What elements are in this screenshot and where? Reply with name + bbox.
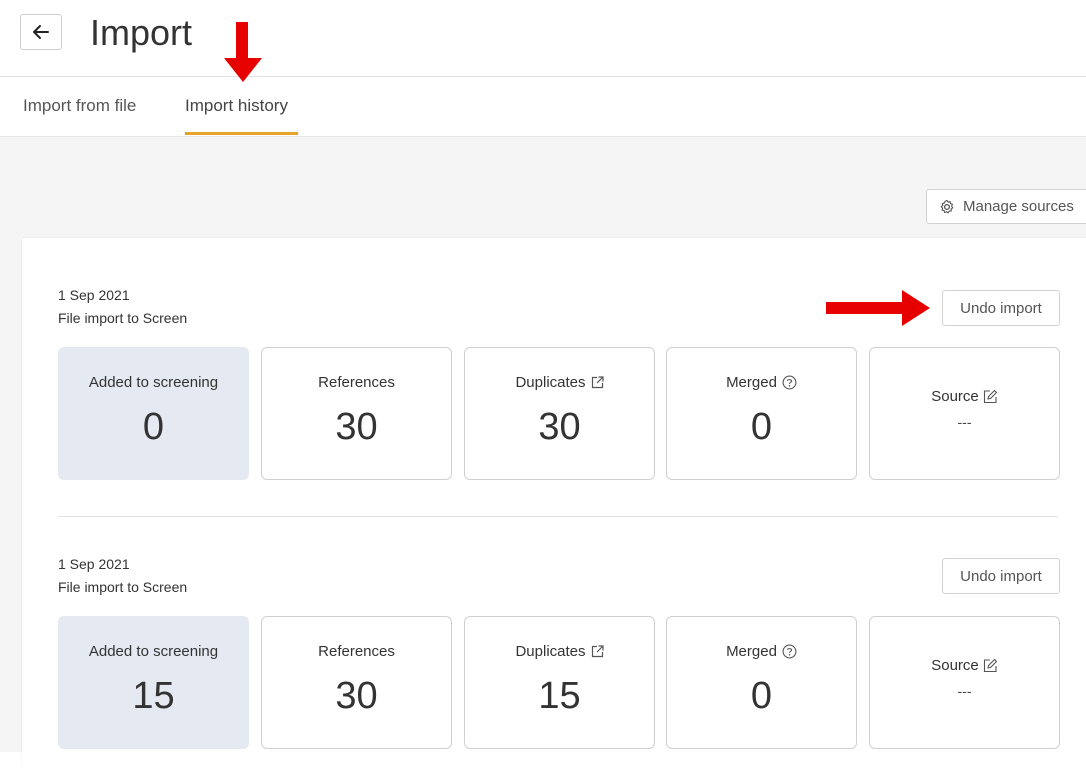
references-card: References 30 [261,616,452,749]
source-label-row: Source [870,657,1059,674]
added-to-screening-value: 15 [132,675,175,717]
gear-icon [940,199,954,213]
duplicates-card[interactable]: Duplicates 30 [464,347,655,480]
merged-card: Merged 0 [666,616,857,749]
source-value: --- [957,683,972,699]
external-link-icon[interactable] [591,645,604,658]
annotation-arrow-right-icon [826,290,930,326]
merged-value: 0 [750,406,773,448]
merged-label-row: Merged [667,643,856,660]
help-circle-icon[interactable] [782,644,797,659]
references-value: 30 [335,406,378,448]
duplicates-card[interactable]: Duplicates 15 [464,616,655,749]
added-to-screening-label: Added to screening [88,643,219,660]
merged-card: Merged 0 [666,347,857,480]
manage-sources-button[interactable]: Manage sources [926,189,1086,224]
added-to-screening-card: Added to screening 15 [58,616,249,749]
record-divider [58,516,1058,517]
merged-label: Merged [726,643,777,660]
source-card: Source --- [869,616,1060,749]
references-value: 30 [335,675,378,717]
references-label: References [318,643,395,660]
tab-import-history[interactable]: Import history [185,96,288,116]
source-label: Source [931,657,979,674]
record-date: 1 Sep 2021 [58,556,130,572]
back-arrow-icon [33,25,49,39]
added-to-screening-value: 0 [142,406,165,448]
record-date: 1 Sep 2021 [58,287,130,303]
external-link-icon[interactable] [591,376,604,389]
duplicates-label-row: Duplicates [465,374,654,391]
merged-label: Merged [726,374,777,391]
tab-bar: Import from file Import history [0,77,1086,137]
manage-sources-label: Manage sources [963,198,1074,215]
source-value: --- [957,414,972,430]
references-card: References 30 [261,347,452,480]
source-label: Source [931,388,979,405]
source-card: Source --- [869,347,1060,480]
active-tab-indicator [185,132,298,135]
help-circle-icon[interactable] [782,375,797,390]
duplicates-label: Duplicates [515,374,586,391]
duplicates-value: 30 [538,406,581,448]
duplicates-label: Duplicates [515,643,586,660]
merged-label-row: Merged [667,374,856,391]
annotation-arrow-down-icon [224,22,262,82]
back-button[interactable] [20,14,62,50]
edit-icon[interactable] [983,658,998,673]
undo-import-button[interactable]: Undo import [942,290,1060,326]
source-label-row: Source [870,388,1059,405]
edit-icon[interactable] [983,389,998,404]
page-title: Import [90,12,193,53]
tab-import-from-file[interactable]: Import from file [23,96,136,116]
page-header: Import [0,0,1086,77]
added-to-screening-label: Added to screening [88,374,219,391]
added-to-screening-card: Added to screening 0 [58,347,249,480]
record-description: File import to Screen [58,579,188,595]
duplicates-value: 15 [538,675,581,717]
record-description: File import to Screen [58,310,188,326]
merged-value: 0 [750,675,773,717]
undo-import-button[interactable]: Undo import [942,558,1060,594]
references-label: References [318,374,395,391]
duplicates-label-row: Duplicates [465,643,654,660]
